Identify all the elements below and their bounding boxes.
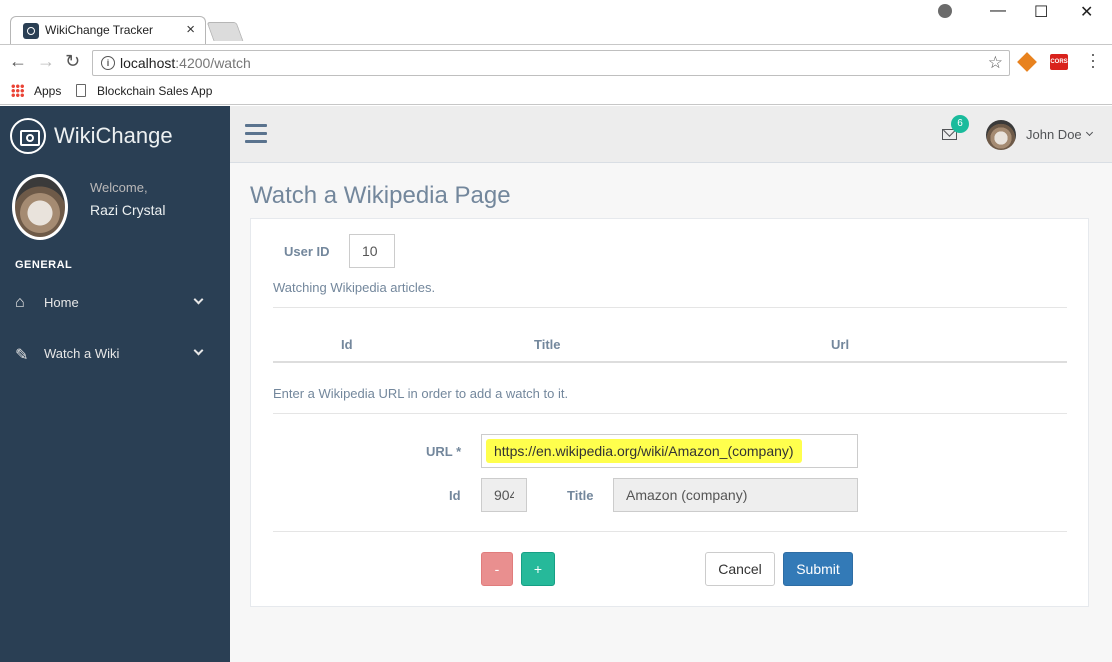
tab-title: WikiChange Tracker [45, 23, 154, 37]
id-field [481, 478, 527, 512]
column-header-title: Title [534, 337, 561, 352]
user-id-label: User ID [284, 244, 330, 259]
back-arrow-icon[interactable]: ← [9, 51, 27, 72]
user-avatar[interactable] [986, 120, 1016, 150]
sidebar-item-label: Watch a Wiki [44, 346, 120, 361]
url-input[interactable]: https://en.wikipedia.org/wiki/Amazon_(co… [481, 434, 858, 468]
sidebar: WikiChange Welcome, Razi Crystal GENERAL… [0, 106, 230, 662]
cancel-button[interactable]: Cancel [705, 552, 775, 586]
money-logo-icon [10, 118, 46, 154]
column-header-url: Url [831, 337, 850, 352]
sidebar-item-home[interactable]: ⌂ Home [0, 284, 230, 324]
watching-description: Watching Wikipedia articles. [273, 280, 436, 295]
bookmark-apps[interactable]: Apps [34, 84, 61, 98]
sidebar-username: Razi Crystal [90, 202, 166, 218]
sidebar-item-label: Home [44, 295, 79, 310]
tab-close-icon[interactable]: × [186, 21, 195, 38]
close-window-icon[interactable]: ✕ [1080, 2, 1093, 22]
reload-icon[interactable]: ↻ [65, 51, 80, 72]
browser-menu-icon[interactable]: · · · [1090, 45, 1096, 75]
chevron-down-icon [193, 294, 204, 305]
site-info-icon[interactable]: i [101, 56, 115, 70]
sidebar-item-watch-a-wiki[interactable]: ✎ Watch a Wiki [0, 335, 230, 375]
watch-form-panel: User ID Watching Wikipedia articles. Id … [250, 218, 1089, 607]
divider [273, 413, 1067, 414]
main-content: Watch a Wikipedia Page User ID Watching … [230, 163, 1112, 662]
forward-arrow-icon[interactable]: → [37, 51, 55, 72]
apps-grid-icon[interactable] [11, 84, 24, 97]
divider [273, 531, 1067, 532]
user-id-field[interactable] [349, 234, 395, 268]
profile-avatar [12, 174, 68, 240]
welcome-text: Welcome, [90, 180, 148, 195]
top-navbar: 6 John Doe [230, 106, 1112, 163]
user-menu-name[interactable]: John Doe [1026, 127, 1082, 142]
submit-button[interactable]: Submit [783, 552, 853, 586]
menu-section-title: GENERAL [15, 259, 73, 271]
title-field [613, 478, 858, 512]
notification-badge: 6 [951, 115, 969, 133]
browser-account-icon[interactable] [938, 4, 952, 18]
minimize-icon[interactable]: — [990, 2, 1006, 20]
remove-row-button[interactable]: - [481, 552, 513, 586]
chevron-down-icon [193, 345, 204, 356]
add-row-button[interactable]: + [521, 552, 555, 586]
table-header-border [273, 361, 1067, 363]
bookmark-blockchain-sales-app[interactable]: Blockchain Sales App [97, 84, 212, 98]
url-input-value: https://en.wikipedia.org/wiki/Amazon_(co… [486, 439, 802, 463]
divider [273, 307, 1067, 308]
address-url: localhost:4200/watch [120, 55, 251, 71]
menu-toggle-icon[interactable] [245, 124, 267, 144]
id-label: Id [449, 488, 461, 503]
title-label: Title [567, 488, 594, 503]
add-watch-help: Enter a Wikipedia URL in order to add a … [273, 386, 569, 401]
brand-name: WikiChange [54, 123, 173, 148]
address-bar[interactable]: i localhost:4200/watch ☆ [92, 50, 1010, 76]
browser-titlebar: WikiChange Tracker × — ☐ ✕ [0, 0, 1112, 45]
edit-icon: ✎ [15, 347, 29, 364]
page-title: Watch a Wikipedia Page [250, 182, 511, 209]
caret-down-icon[interactable] [1085, 128, 1094, 137]
column-header-id: Id [341, 337, 353, 352]
home-icon: ⌂ [15, 294, 25, 311]
new-tab-button[interactable] [206, 22, 244, 41]
bookmarks-bar: Apps Blockchain Sales App [0, 80, 1112, 105]
cors-extension-icon[interactable]: CORS [1050, 54, 1068, 70]
document-icon [76, 84, 86, 97]
metamask-extension-icon[interactable] [1017, 52, 1037, 72]
browser-tab[interactable]: WikiChange Tracker × [10, 16, 206, 45]
url-label: URL * [426, 444, 462, 459]
browser-toolbar: ← → ↻ i localhost:4200/watch ☆ CORS · · · [0, 44, 1112, 80]
bookmark-star-icon[interactable]: ☆ [988, 53, 1003, 73]
maximize-icon[interactable]: ☐ [1034, 2, 1048, 22]
wikichange-favicon-icon [23, 23, 39, 39]
